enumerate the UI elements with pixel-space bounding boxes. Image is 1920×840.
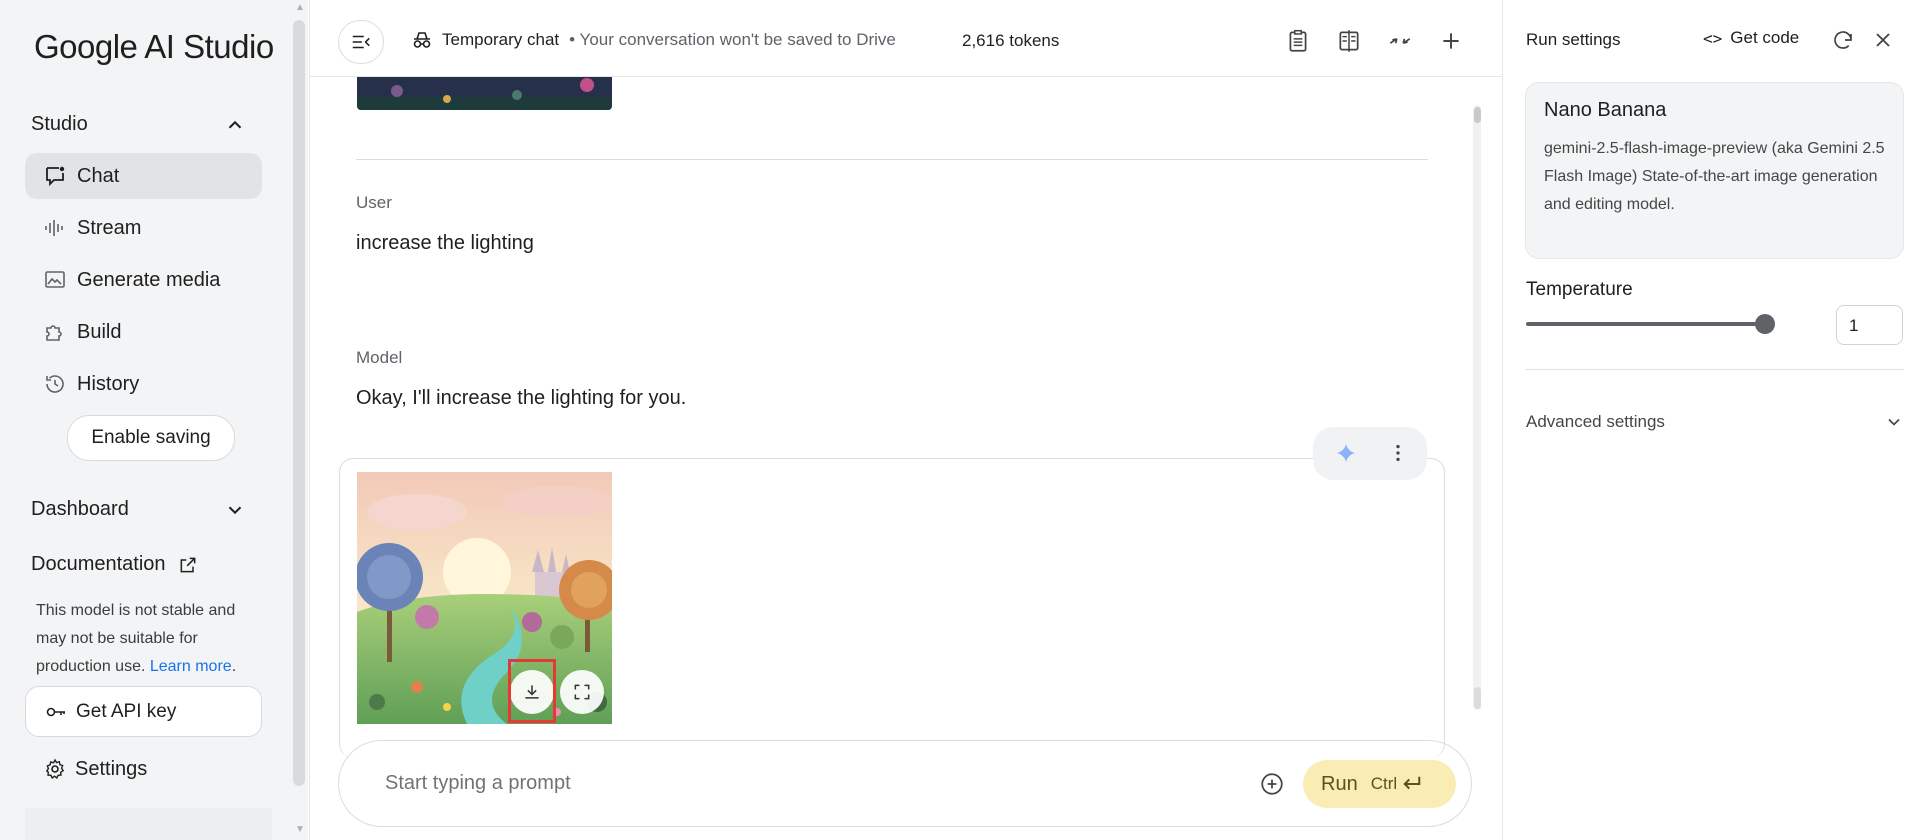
turn-actions xyxy=(1313,427,1427,480)
chat-header: Temporary chat • Your conversation won't… xyxy=(310,0,1502,77)
sidebar-footer xyxy=(25,808,272,840)
run-label: Run xyxy=(1321,772,1358,795)
model-message: Okay, I'll increase the lighting for you… xyxy=(356,387,687,409)
toggle-sidebar-button[interactable] xyxy=(338,20,384,64)
enable-saving-button[interactable]: Enable saving xyxy=(67,415,235,461)
sidebar-item-build[interactable]: Build xyxy=(25,309,262,355)
chevron-down-icon[interactable] xyxy=(224,499,246,521)
sidebar-item-chat[interactable]: Chat xyxy=(25,153,262,199)
external-link-icon xyxy=(180,557,195,572)
model-selector-card[interactable]: Nano Banana gemini-2.5-flash-image-previ… xyxy=(1525,82,1904,259)
run-button[interactable]: Run Ctrl xyxy=(1303,760,1456,808)
sidebar-item-label: Stream xyxy=(77,216,142,239)
compare-icon[interactable] xyxy=(1336,28,1362,54)
model-description: gemini-2.5-flash-image-preview (aka Gemi… xyxy=(1544,140,1885,213)
chevron-up-icon[interactable] xyxy=(224,114,246,136)
temperature-input[interactable]: 1 xyxy=(1836,305,1903,345)
api-key-label: Get API key xyxy=(76,700,177,722)
documentation-label: Documentation xyxy=(31,553,166,575)
temperature-slider-thumb[interactable] xyxy=(1755,314,1775,334)
chat-scroll-thumb[interactable] xyxy=(1474,107,1481,123)
notice-period: . xyxy=(231,658,237,675)
get-code-button[interactable]: <> Get code xyxy=(1703,28,1799,48)
get-code-label: Get code xyxy=(1730,28,1800,47)
generated-image[interactable] xyxy=(357,472,612,724)
enter-key-icon xyxy=(1403,776,1421,790)
chat-scroll-track xyxy=(1473,105,1481,710)
reset-settings-icon[interactable] xyxy=(1831,28,1855,52)
close-icon[interactable] xyxy=(1871,28,1895,52)
learn-more-link[interactable]: Learn more xyxy=(150,658,232,675)
previous-image-art xyxy=(357,77,612,110)
fullscreen-image-button[interactable] xyxy=(560,670,604,714)
puzzle-icon xyxy=(46,325,62,341)
incognito-icon xyxy=(413,32,431,48)
model-name: Nano Banana xyxy=(1544,99,1667,121)
user-role-label: User xyxy=(356,193,392,212)
download-button-highlight xyxy=(508,659,556,723)
token-count: 2,616 tokens xyxy=(962,31,1060,50)
temperature-label: Temperature xyxy=(1526,279,1633,300)
sidebar-item-label: Chat xyxy=(77,164,120,187)
chevron-down-icon xyxy=(1888,418,1900,426)
code-icon: <> xyxy=(1703,28,1723,48)
previous-generated-image[interactable] xyxy=(357,77,612,110)
add-media-icon[interactable] xyxy=(1259,771,1285,797)
run-settings-title: Run settings xyxy=(1526,30,1621,49)
image-icon xyxy=(45,271,65,288)
scroll-up-arrow-icon[interactable]: ▲ xyxy=(295,2,305,13)
sidebar-item-label: Generate media xyxy=(77,268,221,291)
new-chat-plus-icon[interactable] xyxy=(1438,28,1464,54)
menu-collapse-icon xyxy=(352,35,370,49)
gear-icon xyxy=(45,758,65,779)
chat-scroll-thumb-bottom[interactable] xyxy=(1474,687,1481,709)
sidebar-scroll-thumb[interactable] xyxy=(293,20,305,786)
run-shortcut-label: Ctrl xyxy=(1370,774,1398,793)
main-divider xyxy=(309,0,310,840)
compress-icon[interactable] xyxy=(1387,28,1413,54)
temporary-chat-indicator: Temporary chat • Your conversation won't… xyxy=(410,28,896,52)
sidebar-item-stream[interactable]: Stream xyxy=(25,205,262,251)
chat-scrollbar[interactable] xyxy=(1470,105,1484,715)
sidebar: Google AI Studio Studio Chat Stream Gene… xyxy=(0,0,293,840)
scroll-down-arrow-icon[interactable]: ▼ xyxy=(295,824,305,835)
key-icon xyxy=(46,707,65,716)
prompt-input-box[interactable]: Start typing a prompt Run Ctrl xyxy=(338,740,1472,827)
studio-section-header[interactable]: Studio xyxy=(31,113,88,136)
temperature-slider-track[interactable] xyxy=(1526,322,1766,326)
app-title[interactable]: Google AI Studio xyxy=(34,28,274,66)
model-role-label: Model xyxy=(356,348,403,367)
sidebar-item-generate-media[interactable]: Generate media xyxy=(25,257,262,303)
sidebar-item-history[interactable]: History xyxy=(25,361,262,407)
settings-divider xyxy=(1525,369,1904,370)
more-vert-icon[interactable] xyxy=(1387,442,1409,464)
chat-icon xyxy=(46,166,65,187)
advanced-settings-toggle[interactable]: Advanced settings xyxy=(1526,412,1904,432)
fullscreen-icon xyxy=(574,684,590,700)
sidebar-item-label: History xyxy=(77,372,140,395)
sidebar-scrollbar[interactable]: ▲ ▼ xyxy=(292,0,308,840)
turn-divider xyxy=(356,159,1428,160)
sparkle-icon[interactable] xyxy=(1335,442,1357,464)
advanced-settings-label: Advanced settings xyxy=(1526,412,1665,431)
waveform-icon xyxy=(45,220,63,236)
dashboard-label: Dashboard xyxy=(31,498,129,520)
documentation-link[interactable]: Documentation xyxy=(31,553,198,576)
model-notice: This model is not stable and may not be … xyxy=(36,597,266,681)
settings-label: Settings xyxy=(75,757,148,780)
prompt-input[interactable]: Start typing a prompt xyxy=(385,772,571,795)
temporary-chat-label: Temporary chat xyxy=(442,30,560,49)
user-message: increase the lighting xyxy=(356,232,534,254)
sidebar-item-label: Build xyxy=(77,320,122,343)
clipboard-icon[interactable] xyxy=(1285,28,1311,54)
temporary-chat-subtitle: • Your conversation won't be saved to Dr… xyxy=(569,30,896,49)
get-api-key-button[interactable]: Get API key xyxy=(25,686,262,737)
right-panel-divider xyxy=(1502,0,1503,840)
dashboard-section-header[interactable]: Dashboard xyxy=(31,498,129,521)
studio-label: Studio xyxy=(31,113,88,135)
history-icon xyxy=(46,375,64,393)
sidebar-item-settings[interactable]: Settings xyxy=(25,746,262,792)
